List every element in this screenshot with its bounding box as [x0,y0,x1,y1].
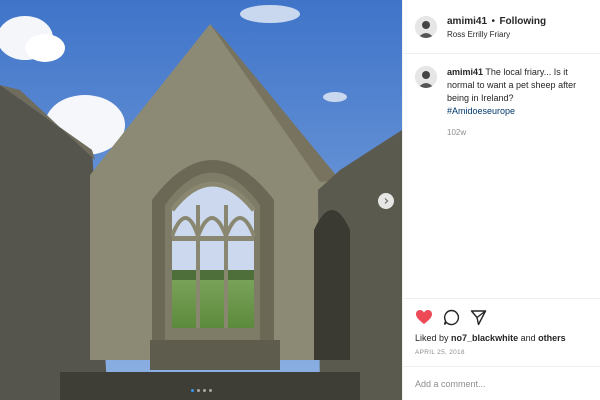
liked-by-user[interactable]: no7_blackwhite [451,333,518,343]
chevron-right-icon [384,198,389,204]
author-username[interactable]: amimi41 [447,16,487,27]
post-header-text: amimi41 • Following Ross Errilly Friary [447,13,546,41]
likes-line: Liked by no7_blackwhite and others [415,333,588,343]
caption-time: 102w [447,128,467,137]
liked-by-others[interactable]: others [538,333,566,343]
heart-icon[interactable] [415,309,433,325]
comment-bubble-icon[interactable] [443,309,460,326]
carousel-dot [190,389,194,392]
add-comment-bar [403,366,600,400]
post-date: APRIL 25, 2018 [415,349,465,356]
carousel-dot [208,389,212,392]
carousel-dot [196,389,200,392]
liked-by-and: and [520,333,536,343]
post-location[interactable]: Ross Errilly Friary [447,28,546,41]
instagram-post: amimi41 • Following Ross Errilly Friary [0,0,600,400]
author-avatar[interactable] [415,15,437,38]
friary-photo [0,0,402,400]
caption-username[interactable]: amimi41 [447,67,483,77]
header-separator: • [491,15,495,27]
add-comment-input[interactable] [415,378,588,389]
caption-avatar[interactable] [415,66,437,88]
carousel-indicator [0,389,402,392]
post-actions: Liked by no7_blackwhite and others APRIL… [403,298,600,356]
caption-comment: amimi41 The local friary... Is it normal… [415,66,588,139]
following-button[interactable]: Following [499,16,546,27]
hashtag-link[interactable]: #Amidoeseurope [447,105,588,118]
avatar-image [415,66,437,88]
avatar-image [415,15,437,38]
liked-by-prefix: Liked by [415,333,449,343]
post-header: amimi41 • Following Ross Errilly Friary [403,0,600,54]
paper-plane-icon[interactable] [470,309,487,326]
post-sidebar: amimi41 • Following Ross Errilly Friary [402,0,600,400]
post-image[interactable] [0,0,402,400]
next-image-button[interactable] [378,193,394,209]
caption-body: amimi41 The local friary... Is it normal… [447,66,588,139]
carousel-dot [202,389,206,392]
action-icons [415,307,588,327]
comments-area: amimi41 The local friary... Is it normal… [403,54,600,298]
